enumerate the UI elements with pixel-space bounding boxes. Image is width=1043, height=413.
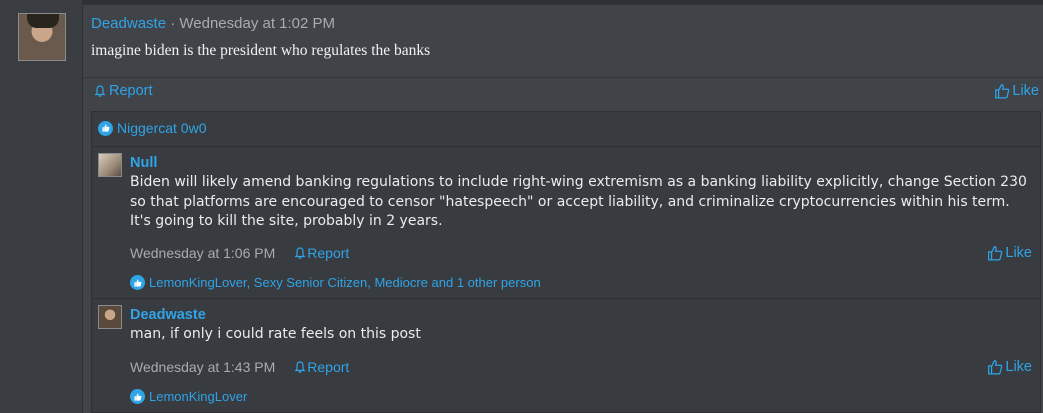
thumbs-up-icon: [988, 360, 1003, 375]
post: Deadwaste · Wednesday at 1:02 PM imagine…: [83, 5, 1043, 413]
like-label: Like: [1012, 83, 1039, 99]
bell-icon: [294, 247, 306, 259]
like-label: Like: [1005, 245, 1032, 261]
comment: Deadwaste man, if only i could rate feel…: [92, 298, 1040, 412]
like-reaction-icon: [98, 120, 113, 136]
post-body: imagine biden is the president who regul…: [91, 42, 431, 59]
thumbs-up-icon: [995, 84, 1010, 99]
like-label: Like: [1005, 359, 1032, 375]
bell-icon: [94, 85, 106, 97]
reactions-and-replies: Niggercat 0w0 Null Biden will likely ame…: [91, 111, 1041, 413]
avatar[interactable]: [98, 153, 122, 177]
like-reaction-icon: [130, 275, 145, 290]
comment-meta: Wednesday at 1:06 PM Report: [130, 245, 349, 261]
post-sidebar: [0, 0, 83, 413]
separator: ·: [170, 15, 176, 32]
comment-text: man, if only i could rate feels on this …: [130, 326, 421, 342]
post-timestamp[interactable]: Wednesday at 1:02 PM: [179, 15, 335, 32]
report-button[interactable]: Report: [93, 83, 153, 99]
thumbs-up-icon: [988, 246, 1003, 261]
report-button[interactable]: Report: [293, 245, 349, 261]
like-reaction-icon: [130, 389, 145, 404]
post-likers[interactable]: Niggercat 0w0: [98, 120, 207, 136]
comment-likers-text: LemonKingLover: [149, 389, 248, 404]
avatar[interactable]: [18, 13, 66, 61]
divider: [83, 77, 1043, 78]
comment-likers[interactable]: LemonKingLover: [130, 389, 247, 404]
post-header: Deadwaste · Wednesday at 1:02 PM: [91, 15, 335, 32]
comment-timestamp[interactable]: Wednesday at 1:06 PM: [130, 245, 275, 261]
comment: Null Biden will likely amend banking reg…: [92, 146, 1040, 297]
report-label: Report: [307, 359, 350, 375]
comment-text: Biden will likely amend banking regulati…: [130, 174, 1027, 229]
comment-likers-text: LemonKingLover, Sexy Senior Citizen, Med…: [149, 275, 541, 290]
like-button[interactable]: Like: [987, 245, 1032, 261]
like-button[interactable]: Like: [987, 359, 1032, 375]
report-label: Report: [307, 245, 350, 261]
like-button[interactable]: Like: [994, 83, 1039, 99]
comment-author[interactable]: Null: [130, 155, 157, 171]
bell-icon: [294, 361, 306, 373]
post-author-link[interactable]: Deadwaste: [91, 15, 166, 32]
report-button[interactable]: Report: [293, 359, 349, 375]
comment-meta: Wednesday at 1:43 PM Report: [130, 359, 349, 375]
comment-timestamp[interactable]: Wednesday at 1:43 PM: [130, 359, 275, 375]
comment-author[interactable]: Deadwaste: [130, 307, 206, 323]
post-likers-text: Niggercat 0w0: [117, 120, 207, 136]
comment-likers[interactable]: LemonKingLover, Sexy Senior Citizen, Med…: [130, 275, 541, 290]
report-label: Report: [109, 83, 153, 99]
avatar[interactable]: [98, 305, 122, 329]
